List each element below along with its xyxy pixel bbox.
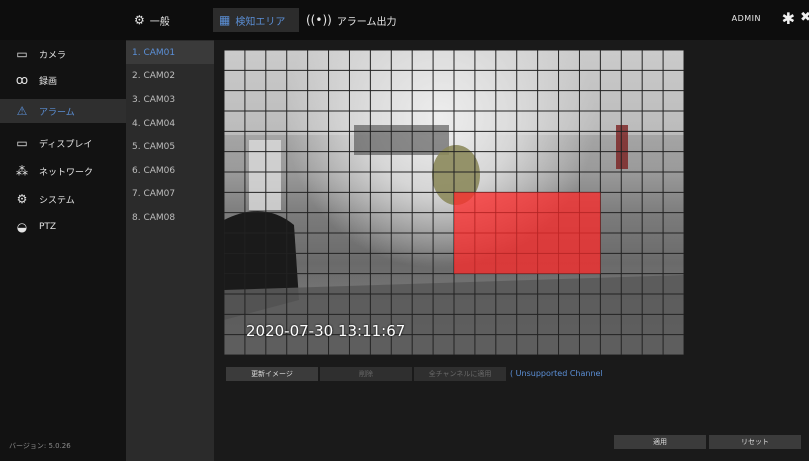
system-icon: ⚙ xyxy=(16,192,28,206)
delete-button[interactable]: 削除 xyxy=(320,367,412,381)
detection-cell[interactable] xyxy=(516,212,538,233)
screen-bar xyxy=(354,125,449,155)
sidebar-item-label: 録画 xyxy=(39,76,58,87)
sidebar-item-camera[interactable]: ▭ カメラ xyxy=(0,42,126,66)
detection-grid[interactable] xyxy=(224,50,684,355)
close-icon[interactable]: ✖ xyxy=(800,10,809,25)
window xyxy=(249,140,281,210)
alarm-output-icon: ((•)) xyxy=(306,13,332,27)
apply-all-channels-button[interactable]: 全チャンネルに適用 xyxy=(414,367,506,381)
camera-item[interactable]: 8. CAM08 xyxy=(126,206,214,229)
detection-cell[interactable] xyxy=(537,233,559,254)
detection-cell[interactable] xyxy=(495,233,517,254)
sidebar-item-alarm[interactable]: ⚠ アラーム xyxy=(0,99,126,123)
detection-cell[interactable] xyxy=(579,253,601,274)
tab-general-label: 一般 xyxy=(149,16,170,28)
sidebar-item-label: システム xyxy=(39,195,75,206)
network-icon: ⁂ xyxy=(16,164,28,178)
tab-alarm-output[interactable]: ((•)) アラーム出力 xyxy=(306,8,397,32)
detect-area-icon: ▦ xyxy=(219,13,231,27)
camera-item[interactable]: 7. CAM07 xyxy=(126,182,214,205)
camera-item[interactable]: 1. CAM01 xyxy=(126,41,214,64)
detection-cell[interactable] xyxy=(516,192,538,213)
detection-cell[interactable] xyxy=(579,233,601,254)
tab-general[interactable]: ⚙ 一般 xyxy=(134,8,170,32)
detection-cell[interactable] xyxy=(516,253,538,274)
detection-cell[interactable] xyxy=(537,192,559,213)
detection-cell[interactable] xyxy=(516,233,538,254)
sidebar-item-label: アラーム xyxy=(39,107,75,118)
detection-cell[interactable] xyxy=(474,253,496,274)
reset-button[interactable]: リセット xyxy=(709,435,801,449)
general-icon: ⚙ xyxy=(134,13,145,27)
top-bar: ⚙ 一般 ▦ 検知エリア ((•)) アラーム出力 ADMIN ✱ ✖ xyxy=(0,0,809,40)
detection-cell[interactable] xyxy=(579,212,601,233)
display-icon: ▭ xyxy=(16,136,28,150)
sidebar-item-label: ネットワーク xyxy=(39,167,94,178)
detection-cell[interactable] xyxy=(558,212,580,233)
sidebar-item-system[interactable]: ⚙ システム xyxy=(0,187,126,211)
version-label: バージョン: 5.0.26 xyxy=(9,442,71,450)
detection-cell[interactable] xyxy=(474,233,496,254)
alarm-icon: ⚠ xyxy=(16,104,28,118)
detection-cell[interactable] xyxy=(454,233,475,254)
detection-cell[interactable] xyxy=(558,253,580,274)
detection-cell[interactable] xyxy=(495,192,517,213)
tab-alarm-output-label: アラーム出力 xyxy=(336,16,397,28)
video-preview[interactable]: 2020-07-30 13:11:67 xyxy=(224,50,684,355)
sidebar-item-display[interactable]: ▭ ディスプレイ xyxy=(0,131,126,155)
detection-cell[interactable] xyxy=(537,212,559,233)
detection-cell[interactable] xyxy=(558,233,580,254)
gear-icon[interactable]: ✱ xyxy=(782,9,795,28)
timestamp: 2020-07-30 13:11:67 xyxy=(246,322,406,340)
apply-button[interactable]: 適用 xyxy=(614,435,706,449)
sidebar-item-label: PTZ xyxy=(39,222,57,232)
camera-item[interactable]: 5. CAM05 xyxy=(126,135,214,158)
tab-detect-area[interactable]: ▦ 検知エリア xyxy=(213,8,300,32)
detection-cell[interactable] xyxy=(495,212,517,233)
sidebar: ▭ カメラ ꝏ 録画 ⚠ アラーム ▭ ディスプレイ ⁂ ネットワーク ⚙ シス… xyxy=(0,40,126,461)
detection-cell[interactable] xyxy=(579,192,601,213)
tab-detect-area-label: 検知エリア xyxy=(235,16,286,28)
camera-list: 1. CAM01 2. CAM02 3. CAM03 4. CAM04 5. C… xyxy=(126,40,214,461)
detection-cell[interactable] xyxy=(454,192,475,213)
camera-item[interactable]: 4. CAM04 xyxy=(126,112,214,135)
sidebar-item-network[interactable]: ⁂ ネットワーク xyxy=(0,159,126,183)
sidebar-item-ptz[interactable]: ◒ PTZ xyxy=(0,215,126,239)
detection-cell[interactable] xyxy=(474,212,496,233)
detection-cell[interactable] xyxy=(537,253,559,274)
camera-item[interactable]: 3. CAM03 xyxy=(126,88,214,111)
detection-cell[interactable] xyxy=(558,192,580,213)
camera-item[interactable]: 6. CAM06 xyxy=(126,159,214,182)
record-icon: ꝏ xyxy=(15,73,29,87)
sidebar-item-label: カメラ xyxy=(39,50,67,61)
camera-item[interactable]: 2. CAM02 xyxy=(126,64,214,87)
main-panel: 2020-07-30 13:11:67 更新イメージ 削除 全チャンネルに適用 … xyxy=(214,40,809,461)
sidebar-item-label: ディスプレイ xyxy=(39,139,93,150)
user-name: ADMIN xyxy=(731,14,761,23)
unsupported-channel-note: ( Unsupported Channel xyxy=(510,369,603,378)
detection-cell[interactable] xyxy=(474,192,496,213)
sidebar-item-record[interactable]: ꝏ 録画 xyxy=(0,68,126,92)
update-image-button[interactable]: 更新イメージ xyxy=(226,367,318,381)
camera-icon: ▭ xyxy=(16,47,28,61)
detection-cell[interactable] xyxy=(454,253,475,274)
detection-cell[interactable] xyxy=(495,253,517,274)
detection-cell[interactable] xyxy=(454,212,475,233)
ptz-icon: ◒ xyxy=(16,220,28,234)
